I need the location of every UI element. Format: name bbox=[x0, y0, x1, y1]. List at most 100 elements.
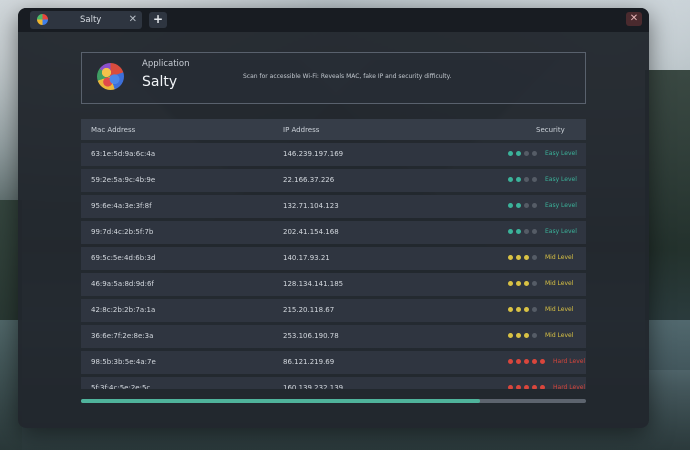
security-level-dots bbox=[508, 281, 540, 286]
mac-address-cell: 46:9a:5a:8d:9d:6f bbox=[91, 280, 154, 288]
security-dot bbox=[508, 177, 513, 182]
ip-address-cell: 132.71.104.123 bbox=[283, 202, 339, 210]
mac-address-cell: 95:6e:4a:3e:3f:8f bbox=[91, 202, 152, 210]
close-window-button[interactable]: ✕ bbox=[626, 12, 642, 26]
ip-address-cell: 140.17.93.21 bbox=[283, 254, 330, 262]
mac-address-cell: 98:5b:3b:5e:4a:7e bbox=[91, 358, 156, 366]
security-level-dots bbox=[508, 151, 540, 156]
table-row[interactable]: 5f:3f:4c:5e:2e:5c 160.139.232.139 Hard Lev… bbox=[81, 377, 586, 389]
security-dot bbox=[532, 177, 537, 182]
security-level-dots bbox=[508, 203, 540, 208]
security-level-label: Mid Level bbox=[545, 306, 574, 313]
security-dot bbox=[508, 281, 513, 286]
security-dot bbox=[516, 359, 521, 364]
security-dot bbox=[516, 151, 521, 156]
security-level-label: Easy Level bbox=[545, 176, 577, 183]
table-row[interactable]: 99:7d:4c:2b:5f:7b 202.41.154.168 Easy Leve… bbox=[81, 221, 586, 244]
add-tab-button[interactable]: + bbox=[149, 12, 167, 28]
security-dot bbox=[516, 333, 521, 338]
mac-address-cell: 5f:3f:4c:5e:2e:5c bbox=[91, 384, 151, 389]
security-dot bbox=[516, 307, 521, 312]
table-row[interactable]: 98:5b:3b:5e:4a:7e 86.121.219.69 Hard Level bbox=[81, 351, 586, 374]
security-dot bbox=[524, 203, 529, 208]
table-row[interactable]: 36:6e:7f:2e:8e:3a 253.106.190.78 Mid Level bbox=[81, 325, 586, 348]
security-dot bbox=[508, 255, 513, 260]
security-dot bbox=[516, 229, 521, 234]
security-level-dots bbox=[508, 333, 540, 338]
security-dot bbox=[524, 307, 529, 312]
progress-fill bbox=[81, 399, 480, 403]
security-dot bbox=[508, 333, 513, 338]
security-dot bbox=[540, 359, 545, 364]
app-heading: Application bbox=[142, 59, 190, 69]
ip-address-cell: 86.121.219.69 bbox=[283, 358, 335, 366]
security-dot bbox=[508, 307, 513, 312]
ip-address-cell: 128.134.141.185 bbox=[283, 280, 344, 288]
security-cell: Easy Level bbox=[508, 226, 586, 238]
ip-address-cell: 253.106.190.78 bbox=[283, 332, 339, 340]
ip-address-cell: 160.139.232.139 bbox=[283, 384, 344, 389]
mac-address-cell: 63:1e:5d:9a:6c:4a bbox=[91, 150, 156, 158]
security-dot bbox=[532, 255, 537, 260]
security-dot bbox=[524, 333, 529, 338]
tab-close-icon[interactable]: ✕ bbox=[129, 14, 137, 25]
table-rows: 63:1e:5d:9a:6c:4a 146.239.197.169 Easy Lev… bbox=[81, 143, 586, 389]
salty-logo-icon bbox=[97, 63, 124, 90]
app-description: Scan for accessible Wi-Fi: Reveals MAC, … bbox=[243, 73, 452, 80]
tab-label: Salty bbox=[80, 15, 102, 25]
ip-address-cell: 22.166.37.226 bbox=[283, 176, 335, 184]
ip-address-cell: 215.20.118.67 bbox=[283, 306, 335, 314]
security-cell: Hard Level bbox=[508, 356, 586, 368]
security-dot bbox=[524, 359, 529, 364]
security-cell: Mid Level bbox=[508, 252, 586, 264]
security-level-label: Mid Level bbox=[545, 254, 574, 261]
security-level-label: Hard Level bbox=[553, 384, 586, 389]
security-dot bbox=[532, 281, 537, 286]
security-dot bbox=[524, 177, 529, 182]
security-dot bbox=[524, 281, 529, 286]
ip-address-cell: 146.239.197.169 bbox=[283, 150, 344, 158]
security-cell: Mid Level bbox=[508, 278, 586, 290]
security-level-label: Easy Level bbox=[545, 228, 577, 235]
table-row[interactable]: 95:6e:4a:3e:3f:8f 132.71.104.123 Easy Leve… bbox=[81, 195, 586, 218]
security-dot bbox=[516, 281, 521, 286]
security-dot bbox=[508, 203, 513, 208]
security-dot bbox=[516, 203, 521, 208]
security-level-dots bbox=[508, 255, 540, 260]
tab-salty[interactable]: Salty ✕ bbox=[30, 11, 142, 29]
security-dot bbox=[524, 151, 529, 156]
table-header: Mac Address IP Address Security bbox=[81, 119, 586, 140]
header-ip: IP Address bbox=[283, 126, 320, 134]
wifi-table: Mac Address IP Address Security 63:1e:5d… bbox=[81, 119, 586, 389]
security-dot bbox=[532, 229, 537, 234]
security-level-dots bbox=[508, 177, 540, 182]
table-row[interactable]: 46:9a:5a:8d:9d:6f 128.134.141.185 Mid Leve… bbox=[81, 273, 586, 296]
security-dot bbox=[516, 177, 521, 182]
table-row[interactable]: 59:2e:5a:9c:4b:9e 22.166.37.226 Easy Level bbox=[81, 169, 586, 192]
security-level-label: Easy Level bbox=[545, 150, 577, 157]
security-level-dots bbox=[508, 307, 540, 312]
security-level-dots bbox=[508, 385, 548, 389]
security-level-label: Mid Level bbox=[545, 280, 574, 287]
progress-bar bbox=[81, 399, 586, 403]
mac-address-cell: 59:2e:5a:9c:4b:9e bbox=[91, 176, 156, 184]
security-level-label: Mid Level bbox=[545, 332, 574, 339]
security-dot bbox=[540, 385, 545, 389]
security-dot bbox=[524, 385, 529, 389]
security-dot bbox=[508, 359, 513, 364]
app-title: Salty bbox=[142, 74, 178, 90]
security-level-label: Hard Level bbox=[553, 358, 586, 365]
app-info-card: Application Salty Scan for accessible Wi… bbox=[81, 52, 586, 104]
security-cell: Mid Level bbox=[508, 330, 586, 342]
security-dot bbox=[532, 307, 537, 312]
table-row[interactable]: 69:5c:5e:4d:6b:3d 140.17.93.21 Mid Level bbox=[81, 247, 586, 270]
table-row[interactable]: 63:1e:5d:9a:6c:4a 146.239.197.169 Easy Lev… bbox=[81, 143, 586, 166]
salty-app-icon bbox=[37, 14, 48, 25]
security-level-dots bbox=[508, 359, 548, 364]
table-row[interactable]: 42:8c:2b:2b:7a:1a 215.20.118.67 Mid Level bbox=[81, 299, 586, 322]
security-dot bbox=[508, 151, 513, 156]
app-window: Salty ✕ + ✕ Application Salty Scan for a… bbox=[18, 8, 649, 428]
security-dot bbox=[524, 229, 529, 234]
security-cell: Mid Level bbox=[508, 304, 586, 316]
header-security: Security bbox=[536, 126, 565, 134]
